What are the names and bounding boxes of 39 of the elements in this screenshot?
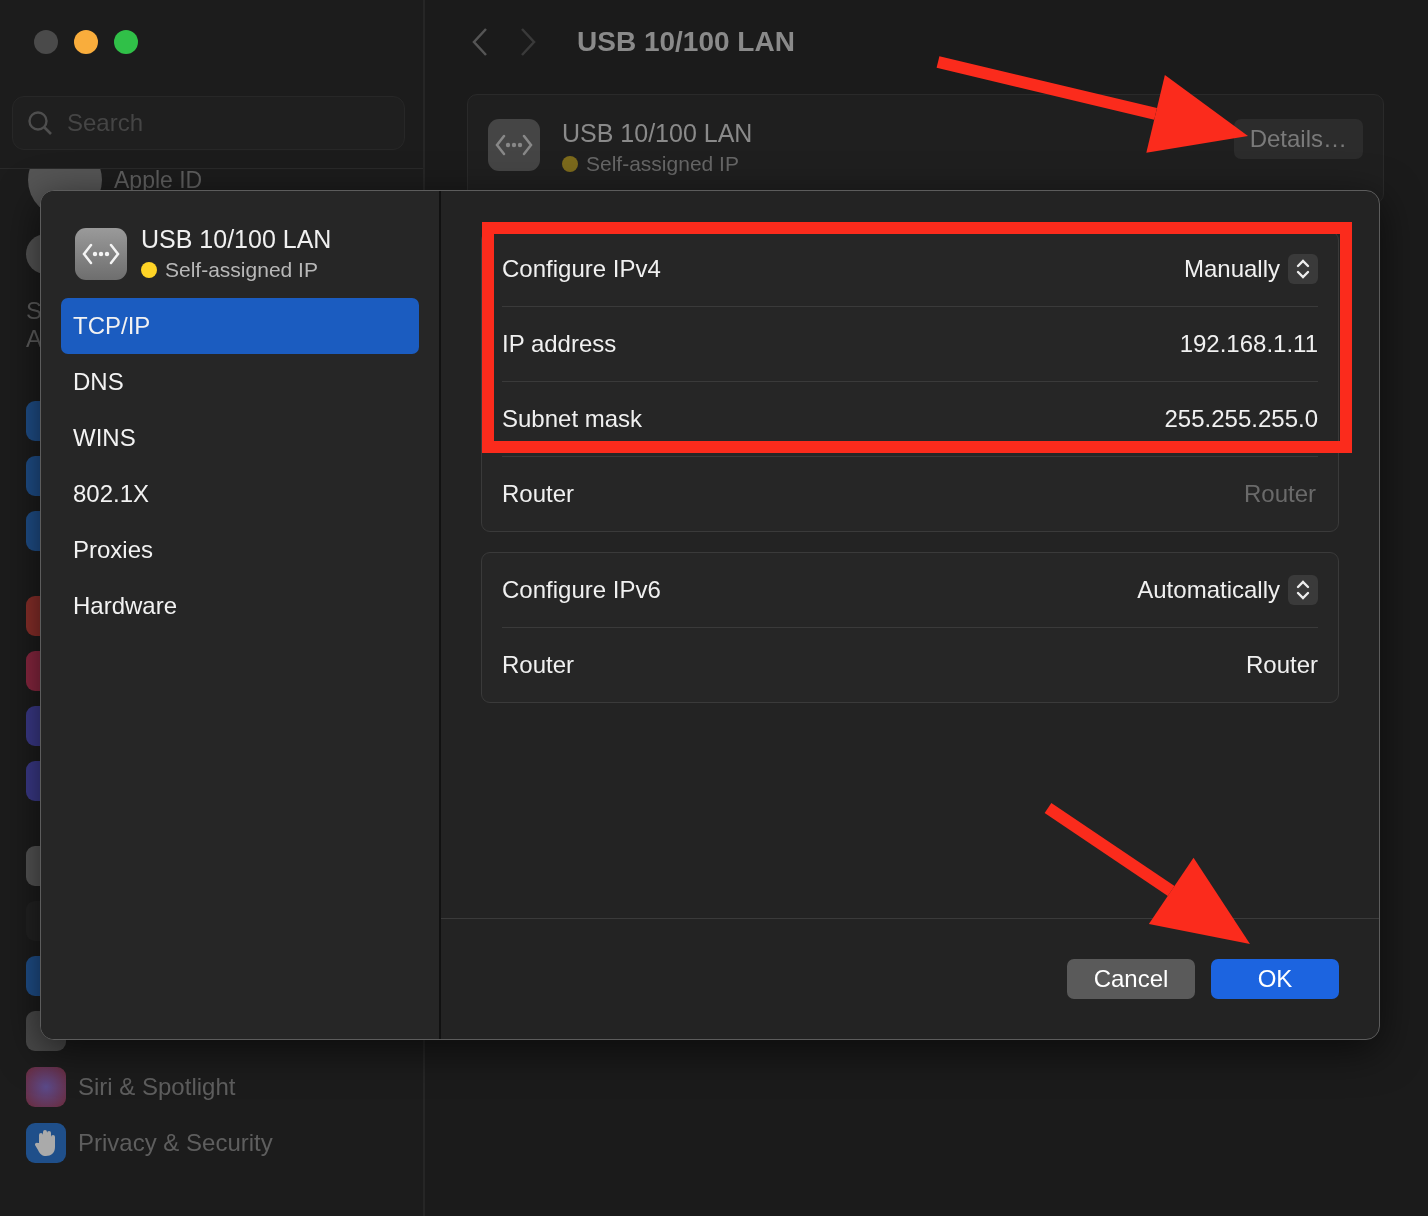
- sidebar-tab[interactable]: WINS: [61, 410, 419, 466]
- close-button[interactable]: [34, 30, 58, 54]
- input-field[interactable]: Router: [1014, 479, 1318, 509]
- row-value: Router: [1245, 651, 1318, 679]
- sidebar-tab[interactable]: DNS: [61, 354, 419, 410]
- row-label: Configure IPv6: [502, 576, 661, 604]
- popup-button[interactable]: Automatically: [1137, 575, 1318, 605]
- forward-icon[interactable]: [519, 27, 537, 57]
- popup-button[interactable]: Manually: [1183, 254, 1318, 284]
- row-label: Subnet mask: [502, 405, 643, 433]
- row-value: 192.168.1.11: [1179, 330, 1318, 358]
- service-name: USB 10/100 LAN: [141, 225, 333, 254]
- status-text: Self-assigned IP: [165, 258, 318, 282]
- zoom-button[interactable]: [114, 30, 138, 54]
- status-text: Self-assigned IP: [586, 152, 739, 176]
- back-icon[interactable]: [471, 27, 489, 57]
- service-name: USB 10/100 LAN: [562, 119, 754, 148]
- cancel-button[interactable]: Cancel: [1067, 959, 1195, 999]
- row-label: Router: [502, 480, 575, 508]
- sidebar-tab[interactable]: TCP/IP: [61, 298, 419, 354]
- hand-icon: [26, 1123, 66, 1163]
- network-icon: [494, 133, 534, 157]
- search-icon: [27, 110, 53, 136]
- row-label: Configure IPv4: [502, 255, 661, 283]
- status-dot: [141, 262, 157, 278]
- row-label: IP address: [502, 330, 617, 358]
- orb-icon: [26, 1067, 66, 1107]
- row-label: Router: [502, 651, 575, 679]
- row-value: 255.255.255.0: [1164, 405, 1318, 433]
- sidebar-tab[interactable]: Hardware: [61, 578, 419, 634]
- stepper-icon: [1288, 575, 1318, 605]
- sidebar-tab[interactable]: Proxies: [61, 522, 419, 578]
- ok-button[interactable]: OK: [1211, 959, 1339, 999]
- window-title: USB 10/100 LAN: [577, 26, 795, 58]
- stepper-icon: [1288, 254, 1318, 284]
- network-icon: [81, 241, 121, 266]
- minimize-button[interactable]: [74, 30, 98, 54]
- sidebar-tab[interactable]: 802.1X: [61, 466, 419, 522]
- status-dot: [562, 156, 578, 172]
